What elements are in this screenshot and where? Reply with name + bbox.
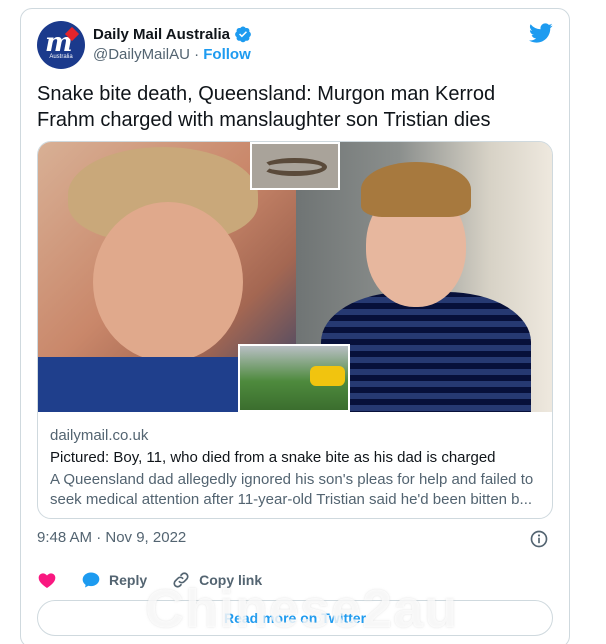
tweet-timestamp[interactable]: 9:48 AM · Nov 9, 2022 xyxy=(37,529,186,546)
snake-inset-photo xyxy=(250,142,340,190)
info-icon[interactable] xyxy=(529,529,549,549)
link-preview-meta: dailymail.co.uk Pictured: Boy, 11, who d… xyxy=(50,426,542,510)
avatar[interactable]: m Australia xyxy=(37,21,85,69)
copy-link-button[interactable]: Copy link xyxy=(171,570,262,590)
like-button[interactable] xyxy=(37,570,57,590)
verified-badge-icon xyxy=(235,26,251,43)
handle-separator: · xyxy=(194,46,200,63)
tweet-header: m Australia Daily Mail Australia @DailyM… xyxy=(37,21,553,69)
tweet-actions: Reply Copy link xyxy=(37,569,262,591)
account-handle[interactable]: @DailyMailAU xyxy=(93,46,190,63)
reply-button[interactable]: Reply xyxy=(81,570,147,590)
avatar-logo-subtext: Australia xyxy=(49,54,73,60)
account-name[interactable]: Daily Mail Australia xyxy=(93,26,230,43)
read-more-button[interactable]: Read more on Twitter xyxy=(37,600,553,636)
reply-label: Reply xyxy=(109,572,148,588)
rescue-scene-inset-photo xyxy=(238,344,350,412)
link-preview-image[interactable] xyxy=(38,142,552,412)
copy-link-label: Copy link xyxy=(199,572,263,588)
link-description: A Queensland dad allegedly ignored his s… xyxy=(50,471,534,508)
heart-icon xyxy=(38,573,56,588)
tweet-card: m Australia Daily Mail Australia @DailyM… xyxy=(20,8,570,644)
link-title: Pictured: Boy, 11, who died from a snake… xyxy=(50,449,496,466)
twitter-bird-icon[interactable] xyxy=(529,21,553,45)
link-preview-card[interactable]: dailymail.co.uk Pictured: Boy, 11, who d… xyxy=(37,141,553,519)
follow-link[interactable]: Follow xyxy=(203,46,251,63)
link-domain: dailymail.co.uk xyxy=(50,427,149,444)
link-icon xyxy=(173,572,189,588)
tweet-text: Snake bite death, Queensland: Murgon man… xyxy=(37,83,496,131)
account-handle-row: @DailyMailAU · Follow xyxy=(93,46,251,63)
reply-icon xyxy=(82,572,100,588)
account-name-row[interactable]: Daily Mail Australia xyxy=(93,25,252,43)
